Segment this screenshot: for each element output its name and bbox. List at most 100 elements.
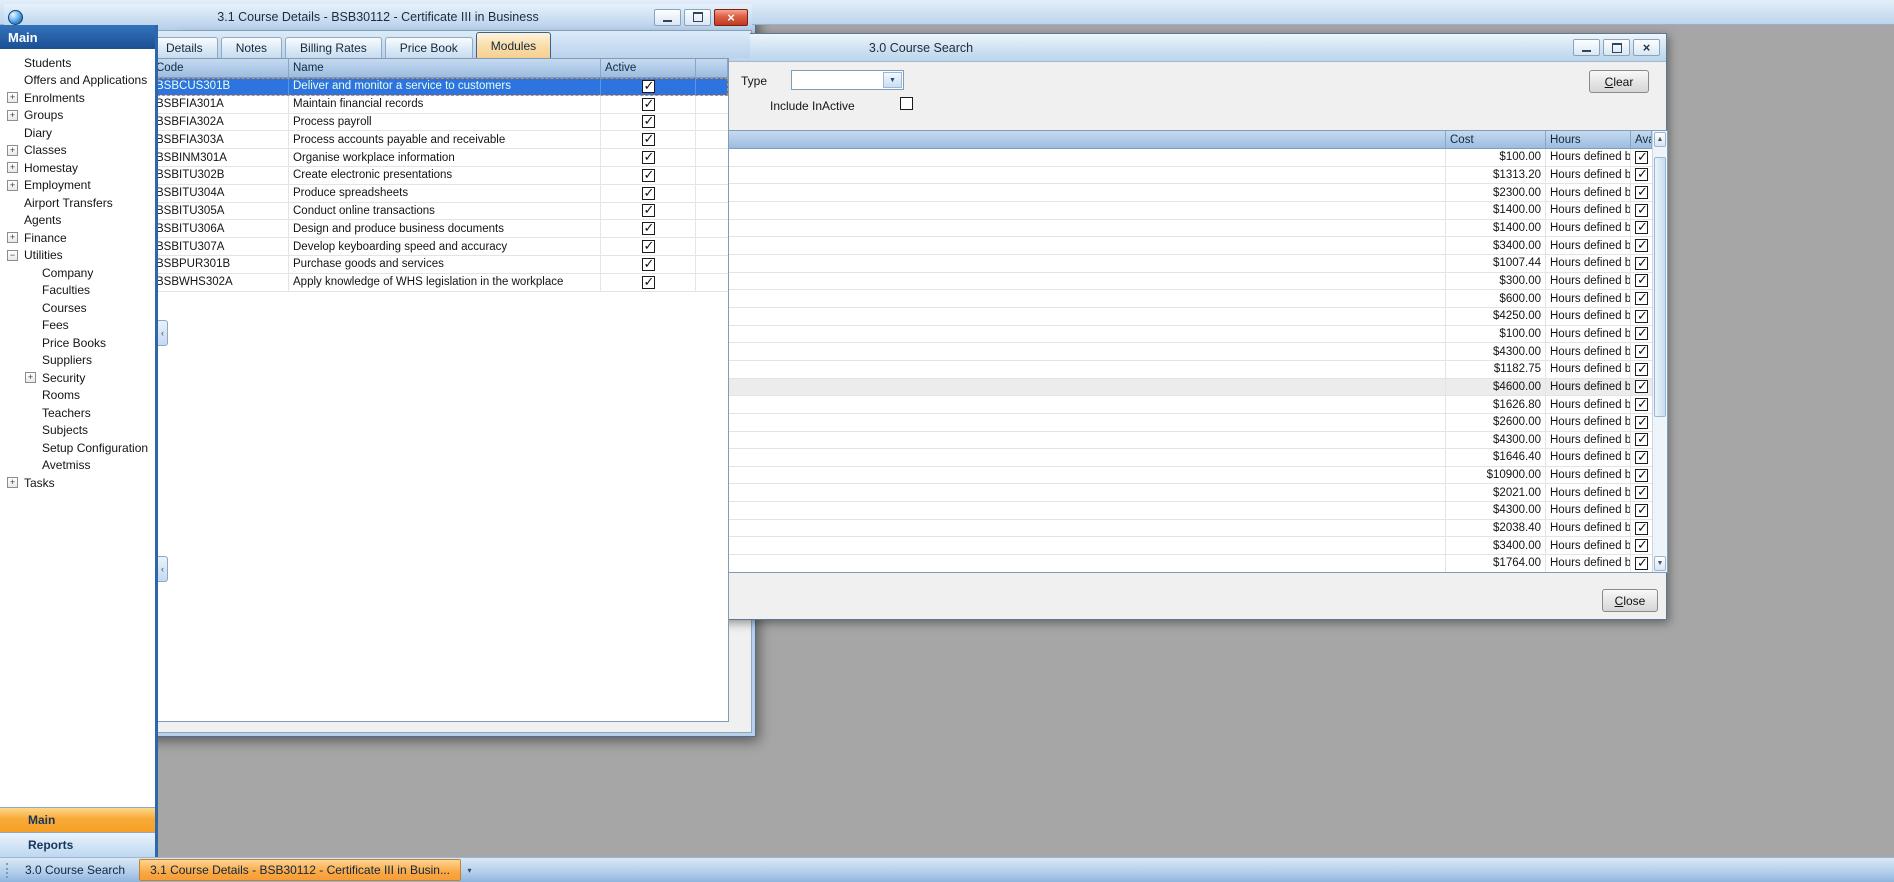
available-checkbox[interactable] xyxy=(1635,486,1648,499)
sidebar-nav-button[interactable]: Main xyxy=(0,807,155,832)
available-checkbox[interactable] xyxy=(1635,504,1648,517)
sidebar-collapse-handle[interactable] xyxy=(158,320,168,346)
taskbar-grip-icon[interactable] xyxy=(6,863,8,878)
close-button[interactable]: Close xyxy=(1602,589,1658,612)
column-header-name[interactable]: Name xyxy=(289,59,601,77)
available-checkbox[interactable] xyxy=(1635,380,1648,393)
tab[interactable]: Price Book xyxy=(385,37,473,58)
sidebar-tree-item[interactable]: Diary xyxy=(0,124,155,142)
sidebar-tree-item[interactable]: Fees xyxy=(0,317,155,335)
tree-expand-icon[interactable] xyxy=(25,372,36,383)
active-checkbox[interactable] xyxy=(642,258,655,271)
sidebar-tree-item[interactable]: Suppliers xyxy=(0,352,155,370)
module-row[interactable]: BSBITU305A Conduct online transactions xyxy=(152,203,728,221)
module-row[interactable]: BSBCUS301B Deliver and monitor a service… xyxy=(152,78,728,96)
available-checkbox[interactable] xyxy=(1635,292,1648,305)
available-checkbox[interactable] xyxy=(1635,274,1648,287)
restore-icon[interactable] xyxy=(684,9,711,26)
vertical-scrollbar[interactable] xyxy=(1652,131,1667,572)
available-checkbox[interactable] xyxy=(1635,398,1648,411)
taskbar-window-item[interactable]: 3.1 Course Details - BSB30112 - Certific… xyxy=(139,859,461,881)
sidebar-tree-item[interactable]: Faculties xyxy=(0,282,155,300)
sidebar-collapse-handle[interactable] xyxy=(158,556,168,582)
tree-expand-icon[interactable] xyxy=(7,477,18,488)
taskbar-window-item[interactable]: 3.0 Course Search xyxy=(15,860,135,880)
sidebar-tree-item[interactable]: Teachers xyxy=(0,404,155,422)
sidebar-tree-item[interactable]: Subjects xyxy=(0,422,155,440)
column-header-cost[interactable]: Cost xyxy=(1446,131,1546,148)
sidebar-tree-item[interactable]: Students xyxy=(0,54,155,72)
available-checkbox[interactable] xyxy=(1635,451,1648,464)
scrollbar-thumb[interactable] xyxy=(1654,157,1666,417)
scroll-up-icon[interactable] xyxy=(1654,132,1666,147)
sidebar-tree-item[interactable]: Price Books xyxy=(0,334,155,352)
module-row[interactable]: BSBFIA301A Maintain financial records xyxy=(152,96,728,114)
available-checkbox[interactable] xyxy=(1635,433,1648,446)
column-header-code[interactable]: Code xyxy=(152,59,289,77)
available-checkbox[interactable] xyxy=(1635,539,1648,552)
minimize-icon[interactable] xyxy=(654,9,681,26)
sidebar-tree-item[interactable]: Security xyxy=(0,369,155,387)
available-checkbox[interactable] xyxy=(1635,204,1648,217)
active-checkbox[interactable] xyxy=(642,133,655,146)
module-row[interactable]: BSBFIA302A Process payroll xyxy=(152,114,728,132)
clear-button[interactable]: Clear xyxy=(1589,70,1649,93)
sidebar-tree-item[interactable]: Utilities xyxy=(0,247,155,265)
available-checkbox[interactable] xyxy=(1635,168,1648,181)
sidebar-tree-item[interactable]: Finance xyxy=(0,229,155,247)
sidebar-tree-item[interactable]: Homestay xyxy=(0,159,155,177)
include-inactive-checkbox[interactable] xyxy=(900,97,913,110)
active-checkbox[interactable] xyxy=(642,240,655,253)
taskbar-overflow-icon[interactable] xyxy=(463,862,476,879)
active-checkbox[interactable] xyxy=(642,115,655,128)
module-row[interactable]: BSBITU302B Create electronic presentatio… xyxy=(152,167,728,185)
active-checkbox[interactable] xyxy=(642,151,655,164)
active-checkbox[interactable] xyxy=(642,187,655,200)
tree-expand-icon[interactable] xyxy=(7,180,18,191)
module-row[interactable]: BSBITU307A Develop keyboarding speed and… xyxy=(152,238,728,256)
sidebar-nav-button[interactable]: Reports xyxy=(0,832,155,857)
sidebar-tree-item[interactable]: Rooms xyxy=(0,387,155,405)
available-checkbox[interactable] xyxy=(1635,186,1648,199)
available-checkbox[interactable] xyxy=(1635,345,1648,358)
column-header-active[interactable]: Active xyxy=(601,59,696,77)
tree-expand-icon[interactable] xyxy=(7,110,18,121)
module-row[interactable]: BSBFIA303A Process accounts payable and … xyxy=(152,131,728,149)
sidebar-tree-item[interactable]: Employment xyxy=(0,177,155,195)
module-row[interactable]: BSBITU306A Design and produce business d… xyxy=(152,220,728,238)
module-row[interactable]: BSBWHS302A Apply knowledge of WHS legisl… xyxy=(152,274,728,292)
sidebar-tree-item[interactable]: Offers and Applications xyxy=(0,72,155,90)
module-row[interactable]: BSBITU304A Produce spreadsheets xyxy=(152,185,728,203)
available-checkbox[interactable] xyxy=(1635,327,1648,340)
tab[interactable]: Billing Rates xyxy=(285,37,382,58)
restore-icon[interactable] xyxy=(1603,39,1630,56)
active-checkbox[interactable] xyxy=(642,222,655,235)
close-icon[interactable] xyxy=(1633,39,1660,56)
sidebar-tree-item[interactable]: Avetmiss xyxy=(0,457,155,475)
column-header-available[interactable]: Ava xyxy=(1631,131,1652,148)
sidebar-tree-item[interactable]: Enrolments xyxy=(0,89,155,107)
sidebar-tree-item[interactable]: Company xyxy=(0,264,155,282)
sidebar-tree-item[interactable]: Classes xyxy=(0,142,155,160)
sidebar-tree-item[interactable]: Courses xyxy=(0,299,155,317)
available-checkbox[interactable] xyxy=(1635,469,1648,482)
tree-expand-icon[interactable] xyxy=(7,250,18,261)
available-checkbox[interactable] xyxy=(1635,363,1648,376)
tree-expand-icon[interactable] xyxy=(7,162,18,173)
available-checkbox[interactable] xyxy=(1635,416,1648,429)
sidebar-tree-item[interactable]: Tasks xyxy=(0,474,155,492)
available-checkbox[interactable] xyxy=(1635,557,1648,570)
active-checkbox[interactable] xyxy=(642,169,655,182)
sidebar-tree-item[interactable]: Agents xyxy=(0,212,155,230)
scroll-down-icon[interactable] xyxy=(1654,556,1666,571)
sidebar-tree-item[interactable]: Setup Configuration xyxy=(0,439,155,457)
available-checkbox[interactable] xyxy=(1635,522,1648,535)
active-checkbox[interactable] xyxy=(642,276,655,289)
sidebar-tree-item[interactable]: Groups xyxy=(0,107,155,125)
minimize-icon[interactable] xyxy=(1573,39,1600,56)
available-checkbox[interactable] xyxy=(1635,257,1648,270)
tab[interactable]: Notes xyxy=(221,37,282,58)
tab[interactable]: Modules xyxy=(476,32,551,58)
module-row[interactable]: BSBPUR301B Purchase goods and services xyxy=(152,256,728,274)
active-checkbox[interactable] xyxy=(642,204,655,217)
